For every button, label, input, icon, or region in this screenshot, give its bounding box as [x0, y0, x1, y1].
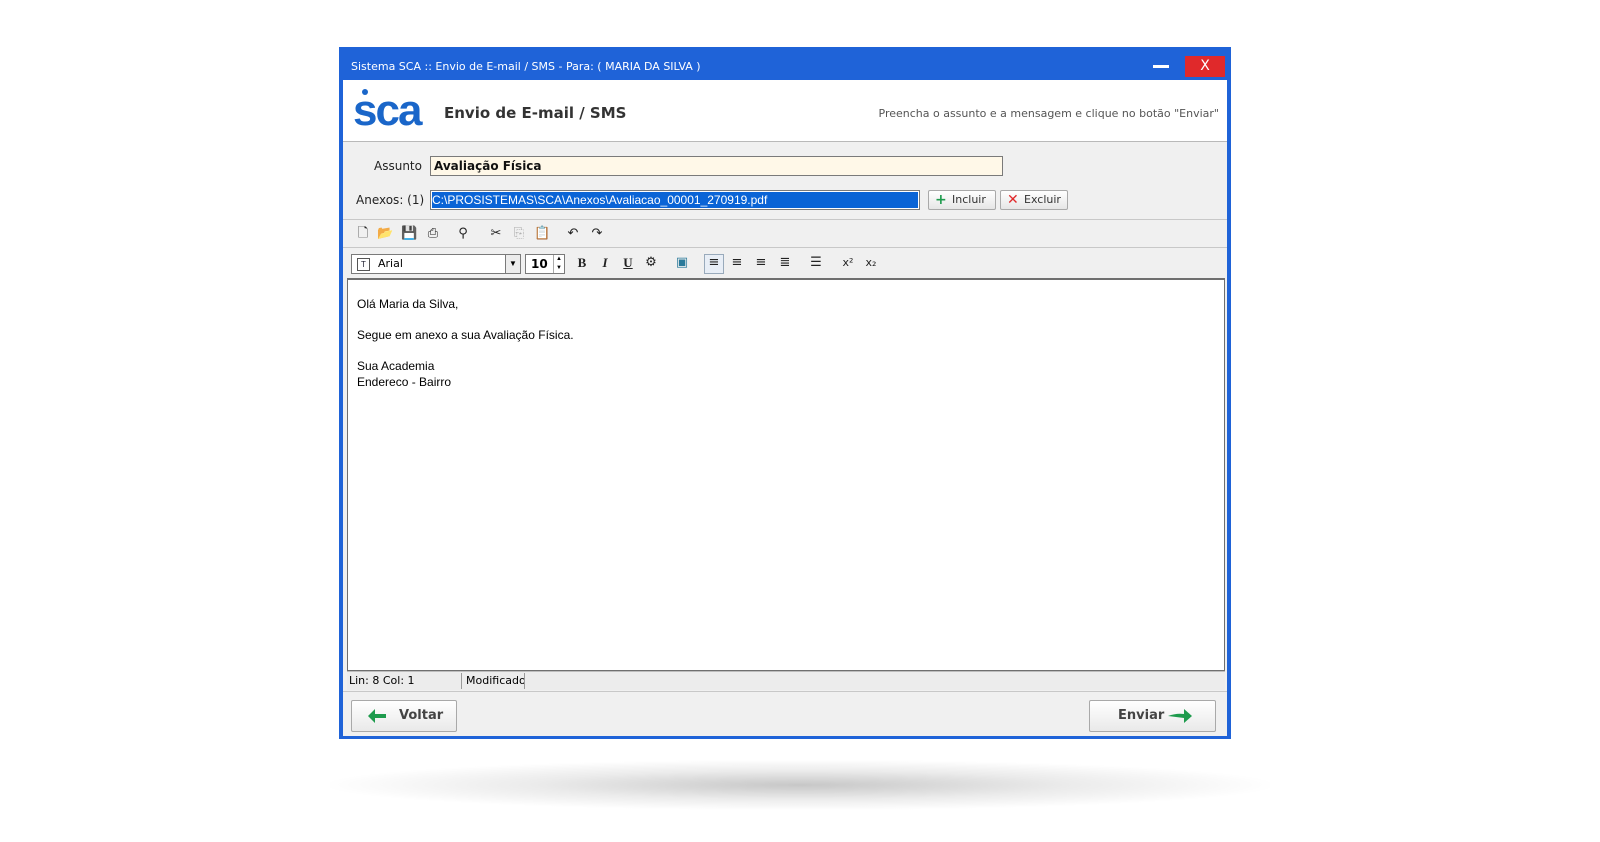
justify-icon[interactable]: ≣	[777, 255, 793, 271]
remove-attachment-label: Excluir	[1024, 193, 1061, 206]
status-bar: Lin: 8 Col: 1 Modificado	[347, 671, 1225, 690]
minimize-icon	[1153, 65, 1169, 68]
remove-attachment-button[interactable]: ✕ Excluir	[1000, 190, 1068, 210]
close-button[interactable]: X	[1185, 56, 1225, 77]
window-shadow	[330, 760, 1270, 810]
paste-icon[interactable]: 📋	[534, 226, 550, 242]
font-family-select[interactable]: T Arial ▼	[351, 254, 521, 274]
cut-icon[interactable]: ✂	[488, 226, 504, 242]
page-title: Envio de E-mail / SMS	[444, 104, 627, 122]
plus-icon: +	[935, 192, 947, 208]
svg-text:sca: sca	[353, 88, 423, 132]
sca-logo: sca	[353, 88, 425, 132]
truetype-font-icon: T	[357, 258, 370, 271]
bullet-list-icon[interactable]: ☰	[808, 255, 824, 271]
attachments-label: Anexos: (1)	[356, 193, 425, 207]
header-panel: sca Envio de E-mail / SMS Preencha o ass…	[343, 80, 1227, 142]
minimize-button[interactable]	[1147, 57, 1175, 75]
chevron-down-icon[interactable]: ▼	[505, 255, 520, 273]
arrow-left-icon	[368, 709, 386, 723]
back-button-label: Voltar	[399, 708, 444, 723]
underline-icon[interactable]: U	[620, 255, 636, 271]
divider	[343, 219, 1227, 220]
title-bar[interactable]: Sistema SCA :: Envio de E-mail / SMS - P…	[343, 51, 1227, 80]
send-button[interactable]: Enviar	[1089, 700, 1216, 732]
message-line: Olá Maria da Silva,	[357, 297, 459, 311]
open-folder-icon[interactable]: 📂	[377, 226, 393, 242]
superscript-icon[interactable]: x²	[840, 255, 856, 271]
font-size-stepper[interactable]: 10 ▲ ▼	[525, 254, 565, 274]
bold-icon[interactable]: B	[574, 255, 590, 271]
message-line: Sua Academia	[357, 359, 435, 373]
italic-icon[interactable]: I	[597, 255, 613, 271]
add-attachment-button[interactable]: + Incluir	[928, 190, 996, 210]
new-document-icon[interactable]: 🗋	[355, 226, 371, 242]
delete-icon: ✕	[1007, 192, 1019, 208]
save-icon[interactable]: 💾	[401, 226, 417, 242]
message-editor[interactable]: Olá Maria da Silva, Segue em anexo a sua…	[347, 278, 1225, 671]
attachment-field[interactable]: C:\PROSISTEMAS\SCA\Anexos\Avaliacao_0000…	[430, 190, 920, 210]
subscript-icon[interactable]: x₂	[863, 255, 879, 271]
attachment-path: C:\PROSISTEMAS\SCA\Anexos\Avaliacao_0000…	[432, 192, 918, 208]
align-left-icon[interactable]: ≡	[704, 254, 724, 274]
undo-icon[interactable]: ↶	[565, 226, 581, 242]
subject-label: Assunto	[374, 159, 422, 173]
window-title: Sistema SCA :: Envio de E-mail / SMS - P…	[351, 60, 701, 73]
arrow-right-icon	[1168, 709, 1192, 723]
font-size-value: 10	[531, 257, 548, 271]
align-center-icon[interactable]: ≡	[729, 255, 745, 271]
send-button-label: Enviar	[1118, 708, 1165, 723]
message-line: Endereco - Bairro	[357, 375, 452, 389]
find-icon[interactable]: ⚲	[455, 226, 471, 242]
align-right-icon[interactable]: ≡	[753, 255, 769, 271]
subject-input[interactable]: Avaliação Física	[430, 156, 1003, 176]
message-line: Segue em anexo a sua Avaliação Física.	[357, 328, 574, 342]
redo-icon[interactable]: ↷	[589, 226, 605, 242]
print-icon[interactable]: ⎙	[425, 226, 441, 242]
cursor-position: Lin: 8 Col: 1	[347, 673, 462, 689]
divider	[343, 247, 1227, 248]
spin-arrows-icon[interactable]: ▲ ▼	[553, 255, 564, 273]
copy-icon[interactable]: ⎘	[511, 226, 527, 242]
font-family-value: Arial	[378, 257, 403, 270]
insert-image-icon[interactable]: ▣	[674, 255, 690, 271]
instruction-hint: Preencha o assunto e a mensagem e clique…	[878, 107, 1220, 120]
modified-status: Modificado	[466, 673, 525, 689]
add-attachment-label: Incluir	[952, 193, 986, 206]
text-color-icon[interactable]: ⚙	[643, 255, 659, 271]
back-button[interactable]: Voltar	[351, 700, 457, 732]
email-sms-window: Sistema SCA :: Envio de E-mail / SMS - P…	[339, 47, 1231, 739]
footer-bar: Voltar Enviar	[343, 691, 1227, 736]
